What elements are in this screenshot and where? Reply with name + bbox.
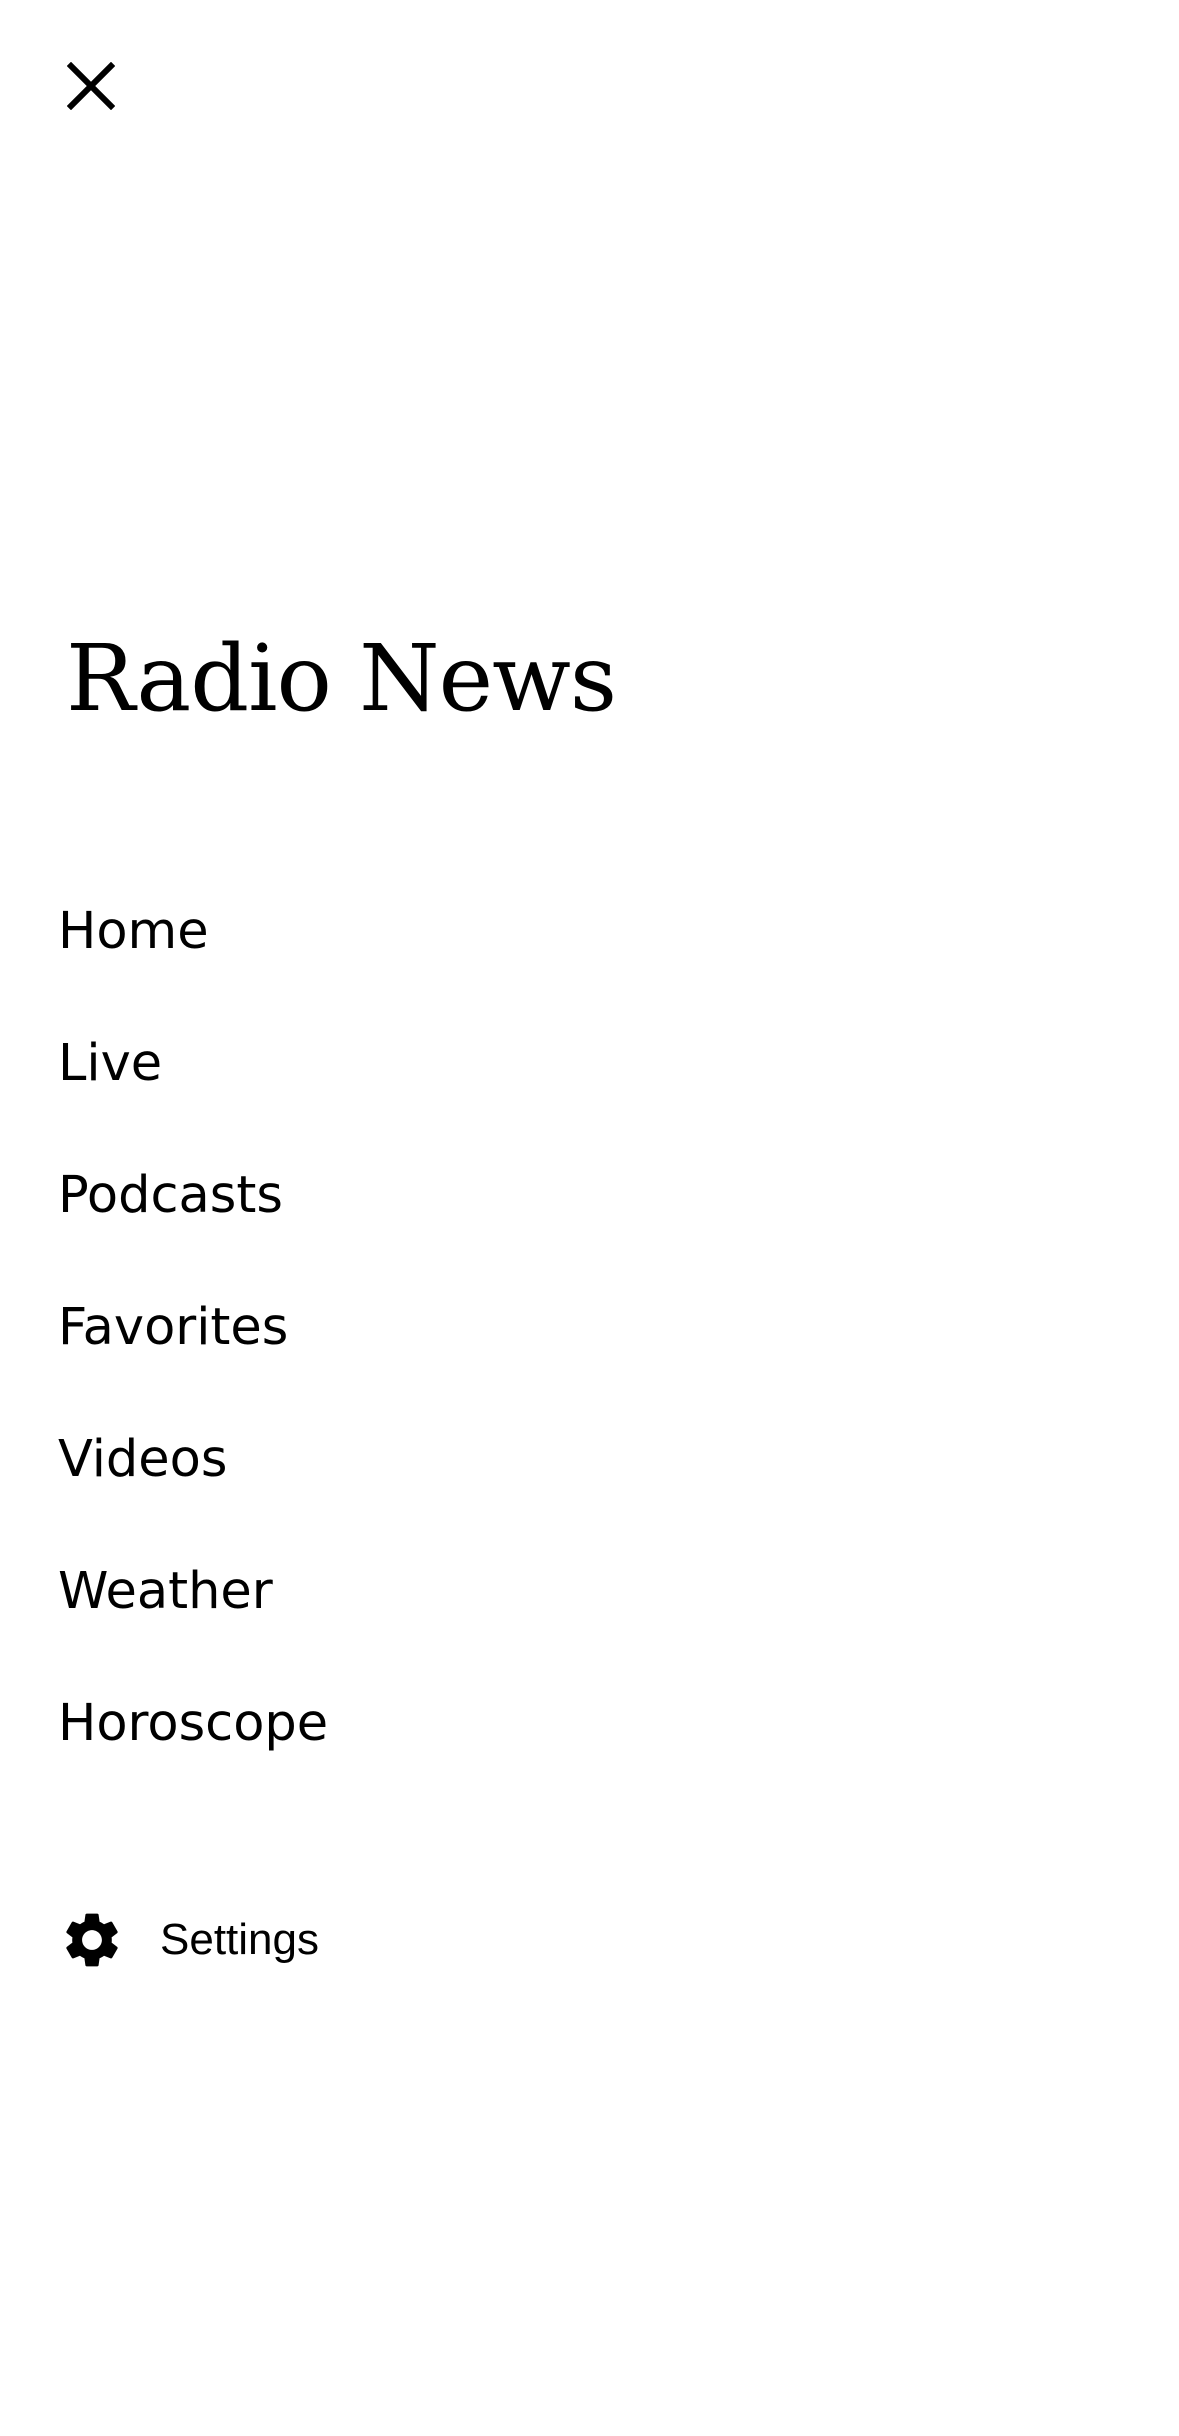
- nav-menu: Home Live Podcasts Favorites Videos Weat…: [58, 865, 328, 1789]
- close-button[interactable]: [55, 50, 127, 122]
- nav-item-live[interactable]: Live: [58, 997, 328, 1129]
- nav-item-label: Home: [58, 901, 209, 961]
- nav-item-label: Live: [58, 1033, 163, 1093]
- nav-item-label: Podcasts: [58, 1165, 283, 1225]
- nav-item-label: Weather: [58, 1561, 273, 1621]
- brand-title: Radio News: [66, 625, 617, 732]
- nav-item-podcasts[interactable]: Podcasts: [58, 1129, 328, 1261]
- gear-icon: [57, 1905, 127, 1975]
- close-icon: [67, 62, 115, 110]
- nav-item-weather[interactable]: Weather: [58, 1525, 328, 1657]
- nav-item-videos[interactable]: Videos: [58, 1393, 328, 1525]
- nav-item-label: Videos: [58, 1429, 228, 1489]
- nav-item-home[interactable]: Home: [58, 865, 328, 997]
- settings-button[interactable]: Settings: [57, 1900, 319, 1980]
- nav-item-favorites[interactable]: Favorites: [58, 1261, 328, 1393]
- settings-label: Settings: [160, 1915, 319, 1964]
- nav-item-label: Favorites: [58, 1297, 289, 1357]
- nav-item-horoscope[interactable]: Horoscope: [58, 1657, 328, 1789]
- nav-item-label: Horoscope: [58, 1693, 329, 1753]
